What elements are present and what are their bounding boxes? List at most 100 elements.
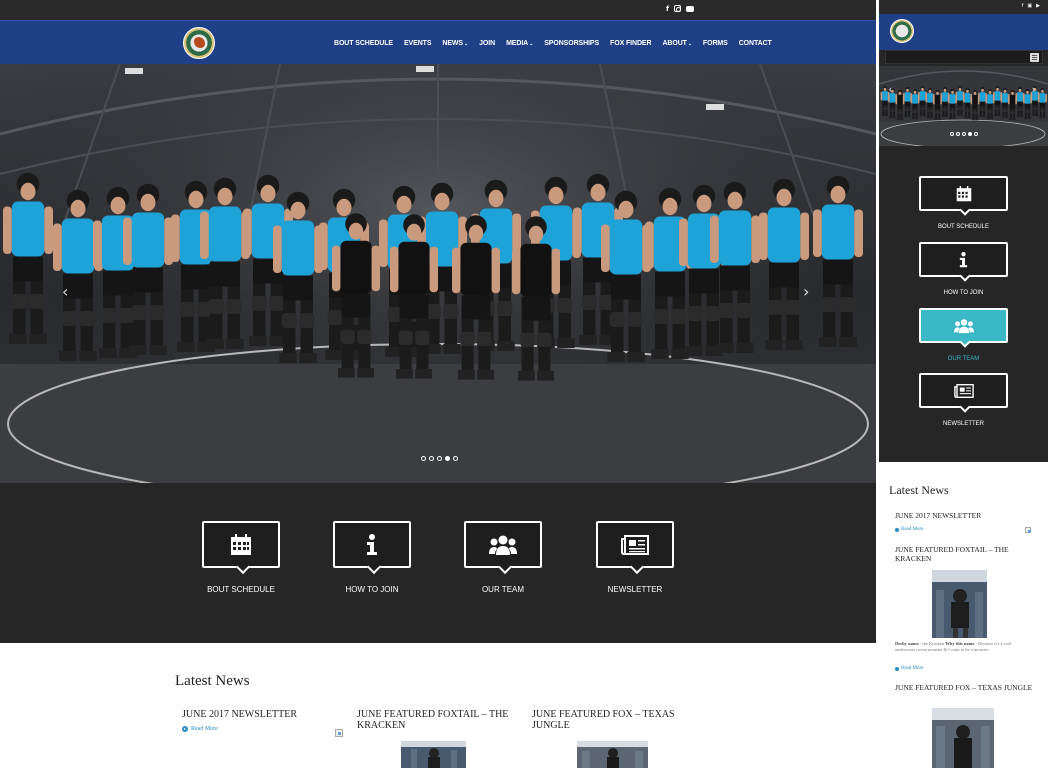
info-icon <box>367 533 377 555</box>
feature-box[interactable] <box>333 521 411 568</box>
arrow-circle-icon <box>895 666 899 671</box>
slider-dot[interactable] <box>974 132 978 136</box>
social-links: f <box>666 5 695 14</box>
info-icon <box>959 251 968 267</box>
facebook-icon[interactable]: f <box>1022 3 1024 9</box>
page-screenshot: f BOUT SCHEDULE EVENTS NEWS⌄ JOIN MEDIA⌄ SPON… <box>0 0 1048 768</box>
youtube-icon[interactable]: ▶ <box>1036 3 1040 9</box>
arrow-circle-icon <box>895 527 899 532</box>
nav-item-bout-schedule[interactable]: BOUT SCHEDULE <box>334 40 393 47</box>
feature-box[interactable] <box>919 176 1008 211</box>
slider-dot[interactable] <box>962 132 966 136</box>
instagram-icon[interactable] <box>674 5 682 12</box>
post-title[interactable]: JUNE FEATURED FOXTAIL – THE KRACKEN <box>895 545 1035 563</box>
mobile-feature-how-to-join[interactable]: HOW TO JOIN <box>919 242 1008 296</box>
post-title[interactable]: JUNE FEATURED FOX – TEXAS JUNGLE <box>532 709 697 731</box>
feature-bout-schedule[interactable]: BOUT SCHEDULE <box>202 521 280 594</box>
news-post: JUNE FEATURED FOX – TEXAS JUNGLE <box>532 709 697 731</box>
feature-box[interactable] <box>596 521 674 568</box>
skater-photo <box>932 708 994 768</box>
team-photo <box>0 64 876 483</box>
post-title[interactable]: JUNE 2017 NEWSLETTER <box>895 511 1035 521</box>
chevron-down-icon: ⌄ <box>464 40 469 47</box>
slider-prev-arrow[interactable]: ‹ <box>889 84 892 94</box>
post-thumbnail[interactable] <box>932 570 987 638</box>
post-excerpt: Derby name - the Kracken Why this name -… <box>895 641 1030 653</box>
slider-dot[interactable] <box>956 132 960 136</box>
feature-box[interactable] <box>919 242 1008 277</box>
post-title[interactable]: JUNE FEATURED FOX – TEXAS JUNGLE <box>895 683 1035 693</box>
read-more-link[interactable]: Read More <box>182 726 347 732</box>
newspaper-icon <box>621 534 649 555</box>
chevron-down-icon: ⌄ <box>529 40 534 47</box>
slider-dots <box>421 456 458 461</box>
feature-label: BOUT SCHEDULE <box>207 585 275 594</box>
slider-dot[interactable] <box>968 132 972 136</box>
section-title: Latest News <box>889 483 949 497</box>
post-thumbnail[interactable] <box>401 741 466 768</box>
main-nav: BOUT SCHEDULE EVENTS NEWS⌄ JOIN MEDIA⌄ SPONSO… <box>334 21 783 65</box>
feature-newsletter[interactable]: NEWSLETTER <box>596 521 674 594</box>
post-title[interactable]: JUNE FEATURED FOXTAIL – THE KRACKEN <box>357 709 522 731</box>
feature-box[interactable] <box>919 373 1008 408</box>
feature-label: NEWSLETTER <box>942 421 984 427</box>
feature-box[interactable] <box>919 308 1008 343</box>
slider-dot[interactable] <box>437 456 442 461</box>
slider-next-arrow[interactable]: › <box>1032 84 1035 94</box>
read-more-link[interactable]: Read More <box>895 666 923 671</box>
read-more-link[interactable]: Read More <box>895 527 923 532</box>
skater-photo <box>932 570 987 638</box>
excerpt-label: Why this name <box>945 641 975 646</box>
feature-box[interactable] <box>202 521 280 568</box>
news-post: JUNE 2017 NEWSLETTER Read More <box>182 709 347 732</box>
slider-dot[interactable] <box>950 132 954 136</box>
slider-prev-arrow[interactable]: ‹ <box>62 282 68 301</box>
slider-next-arrow[interactable]: › <box>803 282 809 301</box>
facebook-icon[interactable]: f <box>666 5 669 14</box>
feature-label: NEWSLETTER <box>607 585 663 594</box>
calendar-icon <box>956 185 971 201</box>
nav-item-events[interactable]: EVENTS <box>403 39 432 47</box>
post-title[interactable]: JUNE 2017 NEWSLETTER <box>182 709 347 720</box>
nav-item-label: NEWS <box>442 39 464 47</box>
slider-dot[interactable] <box>421 456 426 461</box>
mobile-slider-dots <box>950 132 978 136</box>
nav-item-label: EVENTS <box>403 39 432 47</box>
site-logo[interactable] <box>890 19 914 43</box>
mobile-feature-bout-schedule[interactable]: BOUT SCHEDULE <box>919 176 1008 230</box>
hamburger-menu-icon[interactable] <box>1030 53 1039 62</box>
nav-item-about[interactable]: ABOUT⌄ <box>662 40 692 47</box>
read-more-label: Read More <box>191 726 218 732</box>
slider-dot[interactable] <box>445 456 450 461</box>
hero-slider: ‹ › <box>0 64 876 483</box>
nav-item-forms[interactable]: FORMS <box>703 40 728 47</box>
mobile-social-links: f ▣ ▶ <box>1022 3 1040 9</box>
nav-item-label: MEDIA <box>506 39 529 47</box>
post-thumbnail[interactable] <box>932 708 994 768</box>
youtube-icon[interactable] <box>686 6 695 12</box>
nav-item-label: SPONSORSHIPS <box>544 39 600 47</box>
instagram-icon[interactable]: ▣ <box>1027 3 1032 9</box>
nav-item-media[interactable]: MEDIA⌄ <box>506 40 533 47</box>
read-more-label: Read More <box>901 527 924 532</box>
mobile-feature-newsletter[interactable]: NEWSLETTER <box>919 373 1008 427</box>
feature-our-team[interactable]: OUR TEAM <box>464 521 542 594</box>
feature-label: OUR TEAM <box>947 356 980 362</box>
excerpt-label: Derby name <box>895 641 919 646</box>
feature-how-to-join[interactable]: HOW TO JOIN <box>333 521 411 594</box>
nav-item-join[interactable]: JOIN <box>479 40 495 47</box>
feature-label: OUR TEAM <box>481 585 525 594</box>
nav-item-news[interactable]: NEWS⌄ <box>442 40 468 47</box>
feature-box[interactable] <box>464 521 542 568</box>
slider-dot[interactable] <box>429 456 434 461</box>
site-logo[interactable] <box>183 27 215 59</box>
team-icon <box>489 535 517 555</box>
slider-dot[interactable] <box>453 456 458 461</box>
nav-item-sponsorships[interactable]: SPONSORSHIPS <box>544 40 599 47</box>
mobile-feature-our-team[interactable]: OUR TEAM <box>919 308 1008 362</box>
nav-item-contact[interactable]: CONTACT <box>739 40 772 47</box>
post-thumbnail[interactable] <box>577 741 648 768</box>
nav-item-fox-finder[interactable]: FOX FINDER <box>610 40 651 47</box>
mobile-menu-bar <box>885 50 1043 64</box>
team-icon <box>953 318 974 333</box>
